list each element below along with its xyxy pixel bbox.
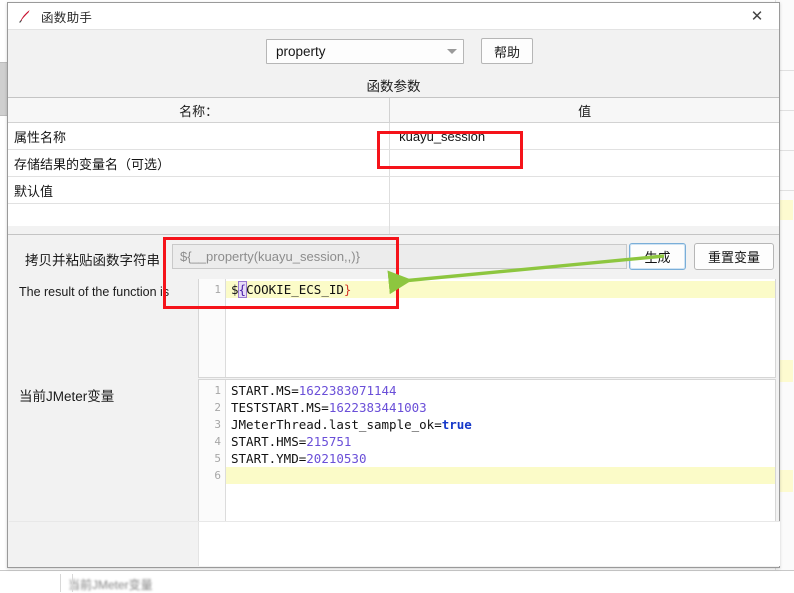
table-row[interactable]: 存储结果的变量名（可选） (8, 149, 779, 177)
line-number: 3 (214, 418, 221, 431)
code-line: START.MS=1622383071144 (226, 382, 775, 399)
column-header-name: 名称： (8, 98, 391, 123)
reset-variables-button[interactable]: 重置变量 (694, 243, 774, 270)
param-name-cell: 默认值 (8, 176, 391, 204)
background-bottom-tick (60, 574, 61, 592)
generate-button[interactable]: 生成 (629, 243, 686, 270)
close-icon[interactable]: ✕ (735, 3, 779, 29)
code-token-var: START.HMS= (231, 434, 307, 449)
code-token-var: TESTSTART.MS= (231, 400, 329, 415)
param-value-cell[interactable] (389, 176, 779, 204)
table-bottom-cell (389, 226, 779, 234)
function-parameters-table: 名称： 值 属性名称 kuayu_session 存储结果的变量名（可选） 默认… (8, 97, 779, 235)
dialog-toolbar: property 帮助 (8, 30, 779, 73)
code-token-bool: true (441, 417, 472, 432)
function-select-value: property (276, 44, 326, 59)
function-parameters-caption: 函数参数 (8, 73, 779, 97)
table-filler-cell (8, 203, 391, 226)
background-bottom-row: 当前JMeter变量 (0, 570, 794, 593)
function-string-input[interactable]: ${__property(kuayu_session,,)} (172, 244, 627, 269)
code-token-var: JMeterThread.last_sample_ok= (231, 417, 442, 432)
help-button[interactable]: 帮助 (481, 38, 533, 64)
code-token-brace-close: } (343, 282, 352, 297)
dialog-bottom-panel (198, 522, 780, 566)
line-number: 1 (214, 283, 221, 296)
dialog-bottom-strip (9, 521, 780, 566)
function-result-row: The result of the function is 1 ${COOKIE… (8, 279, 779, 379)
code-token-num: 1622383071144 (298, 383, 397, 398)
code-line: ${COOKIE_ECS_ID} (226, 281, 775, 298)
function-result-label: The result of the function is (19, 285, 170, 299)
param-name-cell: 存储结果的变量名（可选） (8, 149, 391, 177)
line-number: 1 (214, 384, 221, 397)
code-token-var: START.YMD= (231, 451, 307, 466)
function-helper-dialog: 函数助手 ✕ property 帮助 函数参数 名称： 值 属性名称 kuayu… (7, 2, 780, 568)
line-number: 4 (214, 435, 221, 448)
table-filler-row (8, 203, 779, 226)
chevron-down-icon[interactable] (441, 49, 463, 54)
jmeter-feather-icon (17, 8, 33, 24)
column-header-value: 值 (389, 98, 779, 123)
code-token-var: COOKIE_ECS_ID (246, 282, 344, 297)
jmeter-variables-label: 当前JMeter变量 (19, 389, 115, 404)
code-token-num: 215751 (306, 434, 352, 449)
dialog-title: 函数助手 (41, 10, 93, 25)
code-line: TESTSTART.MS=1622383441003 (226, 399, 775, 416)
function-string-label: 拷贝并粘贴函数字符串 (25, 253, 160, 268)
background-bottom-text: 当前JMeter变量 (68, 578, 153, 591)
result-code-body[interactable]: ${COOKIE_ECS_ID} (226, 279, 775, 377)
code-line (226, 467, 775, 484)
line-number: 5 (214, 452, 221, 465)
table-header-row: 名称： 值 (8, 98, 779, 123)
result-line-gutter: 1 (199, 279, 226, 377)
param-name-cell: 属性名称 (8, 122, 391, 150)
code-token-num: 20210530 (306, 451, 367, 466)
table-filler-cell (389, 203, 779, 226)
code-line: JMeterThread.last_sample_ok=true (226, 416, 775, 433)
table-bottom-strip (8, 226, 779, 234)
code-line: START.HMS=215751 (226, 433, 775, 450)
function-string-row: 拷贝并粘贴函数字符串 ${__property(kuayu_session,,)… (8, 235, 779, 279)
code-token-var: START.MS= (231, 383, 299, 398)
code-token-num: 1622383441003 (328, 400, 427, 415)
param-value-cell[interactable]: kuayu_session (389, 122, 779, 150)
table-bottom-cell (8, 226, 391, 234)
dialog-titlebar[interactable]: 函数助手 ✕ (8, 3, 779, 30)
param-value-cell[interactable] (389, 149, 779, 177)
table-row[interactable]: 属性名称 kuayu_session (8, 122, 779, 150)
background-bottom-tick (72, 574, 73, 592)
function-select[interactable]: property (266, 39, 464, 64)
code-token-brace-open: { (237, 281, 248, 298)
line-number: 6 (214, 469, 221, 482)
table-row[interactable]: 默认值 (8, 176, 779, 204)
line-number: 2 (214, 401, 221, 414)
code-line: START.YMD=20210530 (226, 450, 775, 467)
code-token-var: $ (231, 282, 239, 297)
function-result-pane[interactable]: 1 ${COOKIE_ECS_ID} (198, 279, 776, 378)
